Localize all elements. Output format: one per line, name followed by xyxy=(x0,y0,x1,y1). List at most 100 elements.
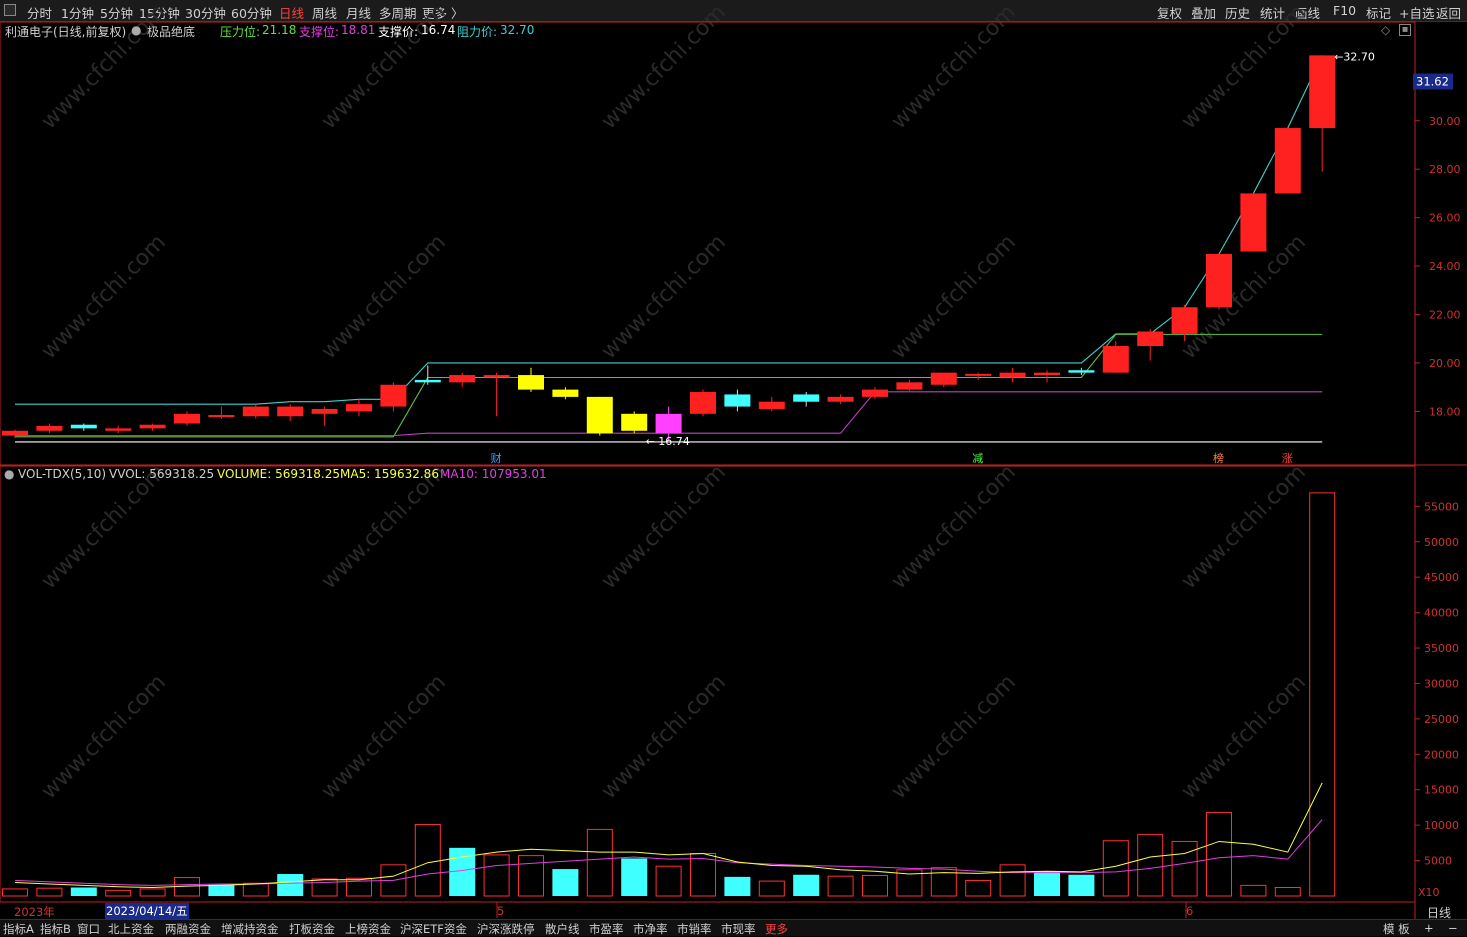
diamond-icon[interactable]: ◇ xyxy=(1381,23,1390,37)
volume-bar xyxy=(208,884,235,896)
volume-bar xyxy=(518,855,544,897)
zoom-in-button[interactable]: + xyxy=(1424,921,1434,935)
volume-bar xyxy=(1034,871,1060,896)
volume-bar xyxy=(965,879,992,897)
support-label: 支撑位: xyxy=(299,25,340,39)
watermark-text: www.cfchi.com xyxy=(887,230,1021,364)
watermark-text: www.cfchi.com xyxy=(37,670,171,804)
candle-body xyxy=(105,428,132,431)
candle-body xyxy=(999,372,1026,378)
volume-bar xyxy=(586,828,613,897)
candle-body xyxy=(1171,307,1198,334)
vol-toggle-icon[interactable]: ● xyxy=(4,467,14,481)
ma5-value: MA5: 159632.86 xyxy=(340,467,439,481)
event-marker: 减 xyxy=(972,452,983,465)
resist-price-value: 32.70 xyxy=(500,23,535,37)
volume-tick-label: 35000 xyxy=(1424,642,1459,655)
price-tick-label: 24.00 xyxy=(1429,260,1461,273)
candle-body xyxy=(36,425,63,431)
volume-bar xyxy=(621,858,648,896)
price-tick-label: 20.00 xyxy=(1429,357,1461,370)
volume-bar xyxy=(999,864,1026,897)
low-price-annotation: ← 16.74 xyxy=(646,435,690,448)
event-marker: 财 xyxy=(491,451,502,465)
candle-body xyxy=(1240,193,1267,252)
volume-tick-label: 10000 xyxy=(1424,819,1459,832)
volume-tick-label: 5000 xyxy=(1424,855,1452,868)
candle-body xyxy=(518,375,544,390)
volume-bar xyxy=(552,869,579,896)
volume-bar xyxy=(277,874,304,896)
candle-body xyxy=(690,392,716,414)
volume-bar xyxy=(1274,886,1301,897)
indicator-lines xyxy=(15,55,1323,443)
candle-body xyxy=(174,413,200,424)
volume-series xyxy=(2,492,1336,897)
volume-bar xyxy=(758,880,785,897)
volume-tick-label: 40000 xyxy=(1424,607,1459,620)
volume-ma-lines xyxy=(14,782,1323,888)
event-marker: 涨 xyxy=(1282,452,1293,465)
volume-bar xyxy=(1240,884,1267,897)
candle-body xyxy=(2,430,28,436)
volume-bar xyxy=(724,876,751,896)
candle-body xyxy=(277,406,304,417)
price-tick-label: 30.00 xyxy=(1429,115,1461,128)
volume-bar xyxy=(862,874,888,897)
support-price-value: 16.74 xyxy=(421,23,456,37)
volume-bar xyxy=(1206,811,1232,897)
volume-tick-label: 45000 xyxy=(1424,571,1459,584)
indicator-name[interactable]: 极品绝底 xyxy=(147,23,195,40)
indicator-tab-bar: 指标A 指标B 窗口 北上资金 两融资金 增减持资金 打板资金 上榜资金 沪深E… xyxy=(0,919,1467,936)
volume-tick-label: 15000 xyxy=(1424,784,1459,797)
cursor-date-label: 2023/04/14/五 xyxy=(105,903,189,919)
price-tick-label: 26.00 xyxy=(1429,212,1461,225)
candle-body xyxy=(242,406,269,417)
month-6-label: 6 xyxy=(1186,904,1194,918)
volume-bar xyxy=(655,865,682,897)
support-price-label: 支撑价: xyxy=(378,25,419,39)
volume-bar xyxy=(1171,840,1198,897)
watermark-text: www.cfchi.com xyxy=(597,670,731,804)
vol-indicator-name[interactable]: VOL-TDX(5,10) xyxy=(18,467,106,481)
window-icon[interactable]: ▪ xyxy=(1399,24,1411,36)
candle-body xyxy=(930,372,957,385)
candle-body xyxy=(1102,346,1129,373)
candle-body xyxy=(552,389,579,397)
event-markers: 财减榜涨 xyxy=(491,451,1293,465)
candle-body xyxy=(449,375,476,383)
indicator-toggle-icon[interactable]: ● xyxy=(131,23,141,37)
candle-body xyxy=(724,394,751,407)
stock-title: 利通电子(日线,前复权) xyxy=(5,25,127,39)
watermark-text: www.cfchi.com xyxy=(887,460,1021,594)
volume-bar xyxy=(242,882,269,897)
watermark-text: www.cfchi.com xyxy=(37,230,171,364)
watermark-text: www.cfchi.com xyxy=(1177,670,1311,804)
volume-bar xyxy=(793,874,820,896)
volume-bar xyxy=(2,888,28,897)
candle-body xyxy=(1309,55,1336,129)
resist-price-label: 阻力价: xyxy=(457,25,498,39)
candle-body xyxy=(208,415,235,418)
volume-bar xyxy=(1102,840,1129,897)
volume-tick-label: 55000 xyxy=(1424,500,1459,513)
volume-bar xyxy=(70,887,97,896)
candle-body xyxy=(346,404,372,412)
candle-body xyxy=(1034,372,1060,376)
ma10-value: MA10: 107953.01 xyxy=(440,467,547,481)
volume-tick-label: 50000 xyxy=(1424,536,1459,549)
watermark-text: www.cfchi.com xyxy=(1177,0,1311,134)
volume-bar xyxy=(930,867,957,897)
volume-bar xyxy=(311,878,338,897)
price-tick-label: 22.00 xyxy=(1429,309,1461,322)
watermark-text: www.cfchi.com xyxy=(597,460,731,594)
watermark-text: www.cfchi.com xyxy=(317,670,451,804)
zoom-out-button[interactable]: − xyxy=(1448,921,1458,935)
volume-bar xyxy=(1309,492,1336,897)
candle-body xyxy=(380,384,407,407)
candle-body xyxy=(586,396,613,434)
candle-body xyxy=(896,382,923,390)
volume-tick-label: 25000 xyxy=(1424,713,1459,726)
candle-body xyxy=(1206,253,1232,308)
pressure-label: 压力位: xyxy=(220,25,261,39)
